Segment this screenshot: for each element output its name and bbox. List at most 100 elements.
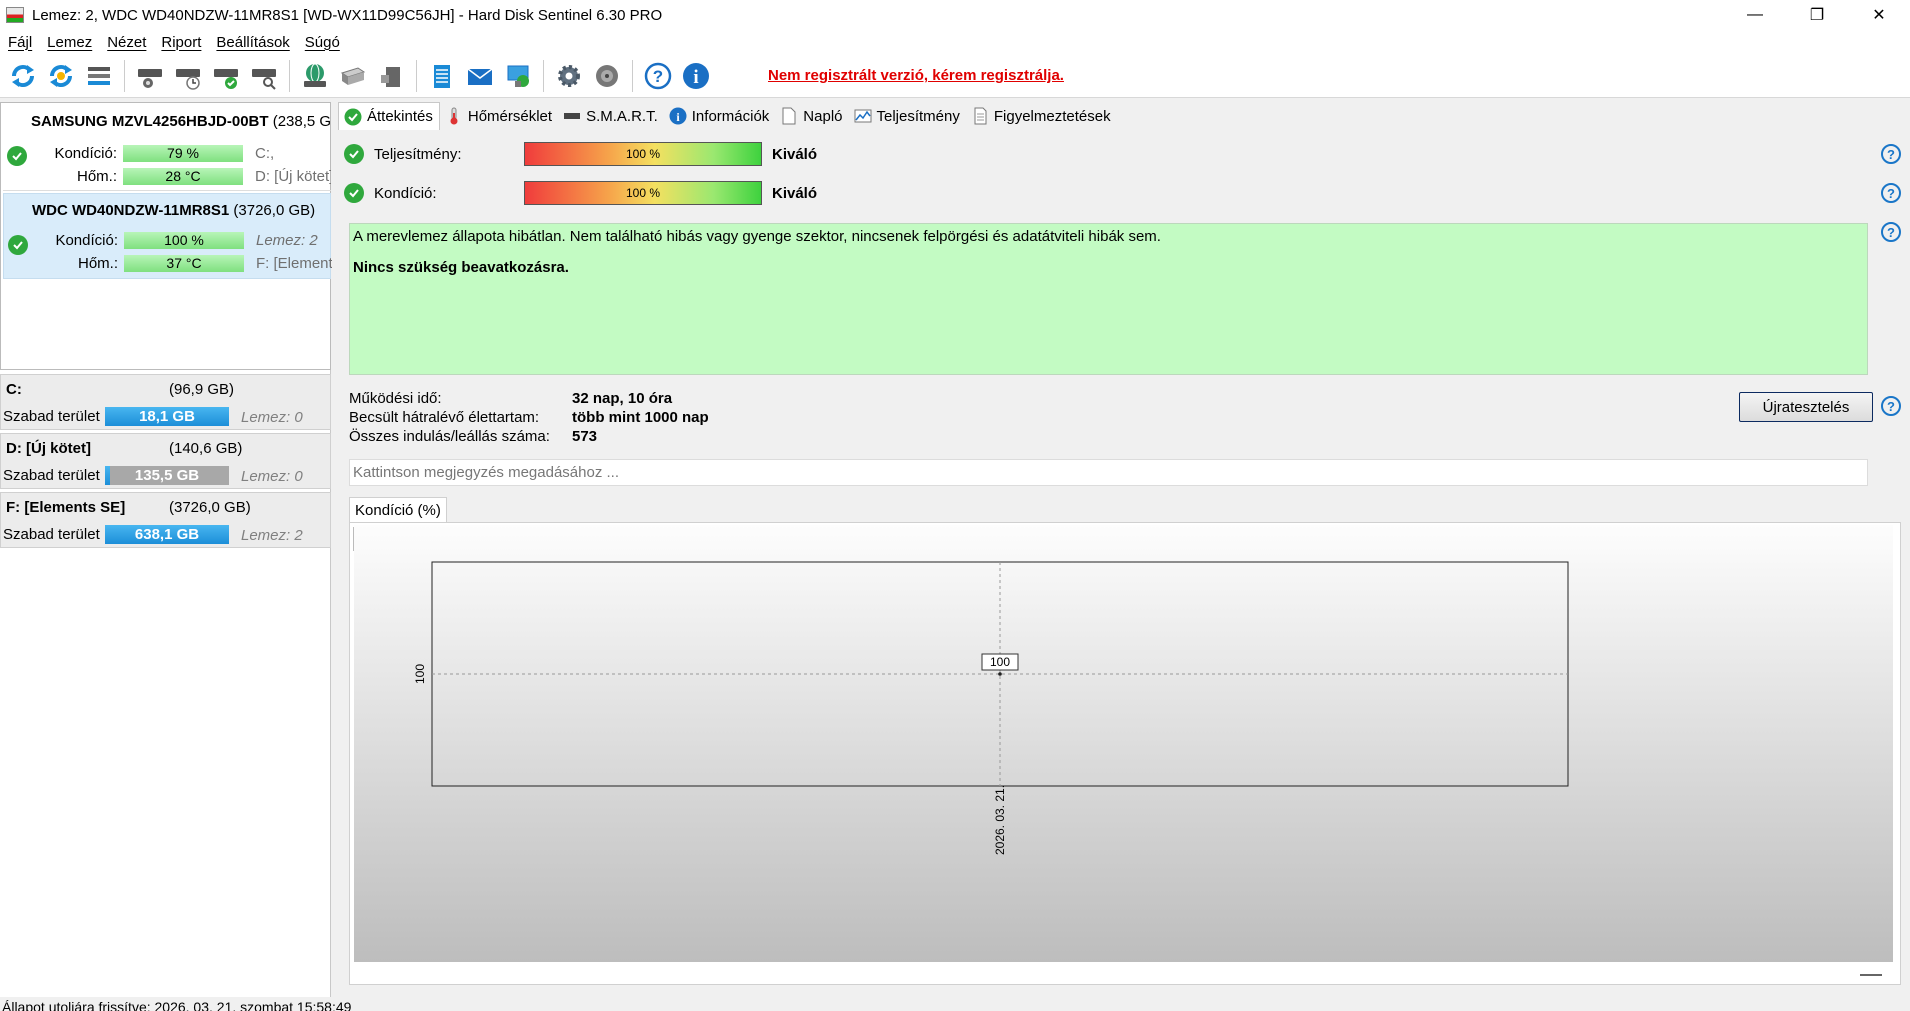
- retest-button[interactable]: Újratesztelés: [1739, 392, 1873, 422]
- settings-icon[interactable]: [550, 57, 588, 95]
- restore-button[interactable]: ❐: [1786, 0, 1848, 30]
- condition-rating: Kiváló: [772, 184, 818, 202]
- left-panel: SAMSUNG MZVL4256HBJD-00BT (238,5 GB) Kon…: [0, 102, 332, 997]
- disk-name: SAMSUNG MZVL4256HBJD-00BT (238,5 GB): [31, 113, 331, 130]
- condition-bar: 100 %: [524, 181, 762, 205]
- tab-information[interactable]: i Információk: [664, 102, 776, 130]
- menu-help[interactable]: Súgó: [305, 34, 340, 51]
- app-icon: [6, 7, 24, 23]
- chart-tab-condition[interactable]: Kondíció (%): [349, 497, 447, 523]
- data-point: [998, 672, 1002, 676]
- toolbar-separator: [632, 59, 633, 92]
- start-stop-label: Összes indulás/leállás száma:: [349, 428, 550, 445]
- toolbar-separator: [543, 59, 544, 92]
- help-icon[interactable]: ?: [1881, 222, 1901, 242]
- volume-item[interactable]: F: [Elements SE] (3726,0 GB) Szabad terü…: [0, 492, 331, 548]
- tab-label: S.M.A.R.T.: [586, 107, 658, 125]
- drive-icon[interactable]: [334, 57, 372, 95]
- menu-view[interactable]: Nézet: [107, 34, 146, 51]
- disk-icon: [563, 107, 581, 125]
- volume-item[interactable]: C: (96,9 GB) Szabad terület 18,1 GB Leme…: [0, 374, 331, 430]
- network-icon[interactable]: [499, 57, 537, 95]
- tab-smart[interactable]: S.M.A.R.T.: [558, 102, 664, 130]
- note-input[interactable]: Kattintson megjegyzés megadásához ...: [349, 459, 1868, 486]
- uptime-label: Működési idő:: [349, 390, 442, 407]
- performance-row: Teljesítmény: 100 % Kiváló: [344, 141, 817, 167]
- disk-item[interactable]: SAMSUNG MZVL4256HBJD-00BT (238,5 GB) Kon…: [3, 105, 331, 191]
- tab-label: Információk: [691, 107, 770, 125]
- volume-disk-hint: Lemez: 2: [241, 527, 303, 544]
- refresh-all-icon[interactable]: [42, 57, 80, 95]
- uptime-value: 32 nap, 10 óra: [572, 390, 673, 407]
- notepad-icon[interactable]: [423, 57, 461, 95]
- condition-value: 100 %: [625, 186, 661, 200]
- disk-item-selected[interactable]: WDC WD40NDZW-11MR8S1 (3726,0 GB) Kondíci…: [3, 193, 332, 279]
- info-icon[interactable]: i: [677, 57, 715, 95]
- tab-log[interactable]: Napló: [775, 102, 848, 130]
- temperature-label: Hőm.:: [76, 168, 117, 185]
- disk-hint: F: [Elements SE]: [256, 255, 332, 272]
- free-space-value: 18,1 GB: [139, 408, 195, 425]
- chart-scroll-indicator[interactable]: [1860, 974, 1882, 976]
- free-space-value: 638,1 GB: [134, 526, 200, 543]
- refresh-icon[interactable]: [4, 57, 42, 95]
- chart-area: 100 2026. 03. 21. 100: [354, 525, 1893, 962]
- close-button[interactable]: ✕: [1848, 0, 1910, 30]
- chart-frame: 100 2026. 03. 21. 100: [349, 522, 1901, 985]
- disk-stats: Működési idő: 32 nap, 10 óra Becsült hátr…: [349, 390, 709, 447]
- disk-hint: D: [Új kötet]: [255, 168, 331, 185]
- x-tick-label: 2026. 03. 21.: [993, 785, 1007, 855]
- sound-icon[interactable]: [588, 57, 626, 95]
- svg-text:?: ?: [653, 67, 663, 86]
- ok-check-icon: [344, 144, 364, 164]
- menu-disk[interactable]: Lemez: [47, 34, 92, 51]
- condition-chart: 100 2026. 03. 21. 100: [413, 561, 1569, 855]
- volume-item[interactable]: D: [Új kötet] (140,6 GB) Szabad terület …: [0, 433, 331, 489]
- temperature-bar: 28 °C: [123, 168, 243, 185]
- disk-list-icon[interactable]: [80, 57, 118, 95]
- disk-test-icon[interactable]: [131, 57, 169, 95]
- volume-size: (96,9 GB): [169, 381, 235, 398]
- disk-ok-icon[interactable]: [207, 57, 245, 95]
- window-title: Lemez: 2, WDC WD40NDZW-11MR8S1 [WD-WX11D…: [32, 6, 663, 24]
- menu-report[interactable]: Riport: [161, 34, 201, 51]
- status-text: A merevlemez állapota hibátlan. Nem talá…: [353, 228, 1161, 245]
- tab-performance[interactable]: Teljesítmény: [849, 102, 966, 130]
- tab-label: Napló: [803, 107, 843, 125]
- help-icon[interactable]: ?: [1881, 396, 1901, 416]
- menu-settings[interactable]: Beállítások: [216, 34, 289, 51]
- condition-bar: 79 %: [123, 145, 243, 162]
- thermometer-icon: [445, 107, 463, 125]
- tab-temperature[interactable]: Hőmérséklet: [440, 102, 558, 130]
- disk-search-icon[interactable]: [245, 57, 283, 95]
- help-icon[interactable]: ?: [1881, 183, 1901, 203]
- menu-file[interactable]: Fájl: [8, 34, 32, 51]
- usb-drive-icon[interactable]: [372, 57, 410, 95]
- globe-icon[interactable]: [296, 57, 334, 95]
- remaining-life-label: Becsült hátralévő élettartam:: [349, 409, 540, 426]
- volume-size: (140,6 GB): [169, 440, 243, 457]
- performance-label: Teljesítmény:: [374, 145, 462, 163]
- document-icon: [780, 107, 798, 125]
- help-icon[interactable]: ?: [1881, 144, 1901, 164]
- help-icon[interactable]: ?: [639, 57, 677, 95]
- email-icon[interactable]: [461, 57, 499, 95]
- performance-value: 100 %: [625, 147, 661, 161]
- tab-alerts[interactable]: Figyelmeztetések: [966, 102, 1117, 130]
- volume-name: C:: [6, 381, 22, 398]
- free-space-label: Szabad terület: [3, 467, 100, 484]
- toolbar: ? i Nem regisztrált verzió, kérem regisz…: [0, 54, 1910, 98]
- tab-label: Figyelmeztetések: [993, 107, 1111, 125]
- tab-overview[interactable]: Áttekintés: [338, 102, 440, 130]
- toolbar-separator: [124, 59, 125, 92]
- y-tick-label: 100: [413, 664, 427, 684]
- performance-bar: 100 %: [524, 142, 762, 166]
- minimize-button[interactable]: —: [1724, 0, 1786, 30]
- register-link[interactable]: Nem regisztrált verzió, kérem regisztrál…: [768, 67, 1064, 84]
- performance-chart-icon: [854, 107, 872, 125]
- toolbar-separator: [416, 59, 417, 92]
- ok-check-icon: [344, 108, 362, 126]
- window-controls: — ❐ ✕: [1724, 0, 1910, 30]
- status-action: Nincs szükség beavatkozásra.: [353, 259, 569, 276]
- disk-schedule-icon[interactable]: [169, 57, 207, 95]
